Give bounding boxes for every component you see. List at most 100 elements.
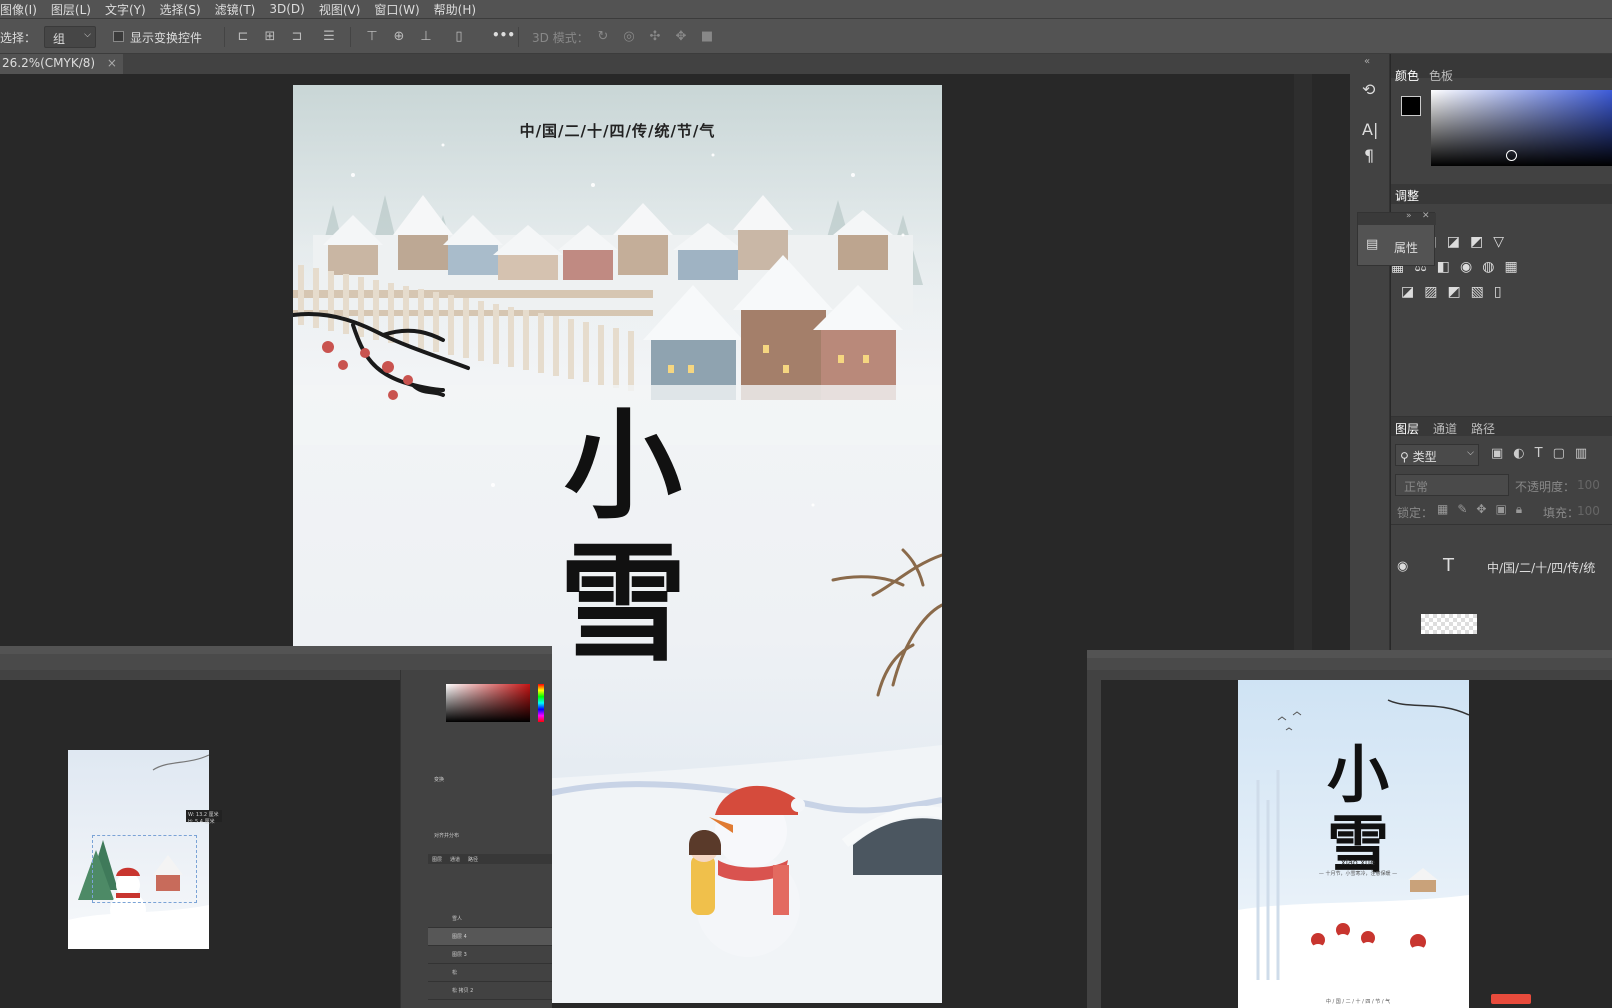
separator	[518, 27, 519, 47]
lock-icons[interactable]: ▦✎✥▣🔒︎	[1437, 502, 1531, 517]
sub-side-strip	[400, 670, 428, 1008]
select-label: 选择：	[0, 31, 37, 45]
properties-icon: ▤	[1366, 237, 1379, 252]
adjustment-icons-row-3[interactable]: ◪▨◩▧▯	[1401, 284, 1531, 300]
ime-toolbar[interactable]	[1491, 994, 1531, 1004]
sub-tab-layers: 图层	[432, 857, 443, 863]
poster-title-char-2: 雪	[558, 529, 687, 679]
sub-layer-row: 图层 3	[428, 946, 552, 964]
tab-layers[interactable]: 图层	[1395, 420, 1419, 437]
sub-tab-channels: 通道	[450, 857, 461, 863]
tab-adjustments[interactable]: 调整	[1395, 187, 1419, 204]
chevron-down-icon: ⌵	[84, 30, 91, 40]
3d-slide-icon[interactable]: ✥	[672, 28, 690, 46]
3d-mode-label: 3D 模式：	[532, 31, 589, 45]
3d-roll-icon[interactable]: ◎	[620, 28, 638, 46]
distribute-vertical-icon[interactable]: ▯	[450, 28, 468, 46]
foreground-color-swatch[interactable]	[1401, 96, 1421, 116]
tab-swatches[interactable]: 色板	[1429, 67, 1453, 84]
document-tab[interactable]: 26.2%(CMYK/8) ×	[0, 54, 123, 74]
menu-image[interactable]: 图像(I)	[0, 1, 37, 18]
history-icon[interactable]: ⟲	[1362, 80, 1375, 99]
mini-poster-right: 小雪 xiao xue — 十月节，小雪寒冷，注意保暖 — 中 / 国 / 二 …	[1238, 680, 1469, 1008]
opacity-value[interactable]: 100	[1577, 478, 1600, 492]
mini-poster	[68, 750, 209, 949]
paragraph-panel-icon[interactable]: ¶	[1364, 146, 1374, 165]
align-hcenter-icon[interactable]: ⊞	[261, 28, 279, 46]
layer-name: 中/国/二/十/四/传/统	[1487, 561, 1596, 575]
auto-select-dropdown[interactable]: 组 ⌵	[44, 26, 96, 48]
embedded-screenshot-left: W: 13.2 厘米 H: 5.4 厘米 变换 对齐并分布 图层 通道 路径 雪…	[0, 646, 552, 1008]
layer-filter-value: 类型	[1412, 450, 1437, 464]
sub-align-label: 对齐并分布	[434, 833, 460, 839]
sub-layer-row: 松 拷贝 2	[428, 982, 552, 1000]
sub-tab-paths: 路径	[468, 857, 479, 863]
sub-layer-name: 图层 3	[452, 952, 467, 958]
auto-select-value: 组	[53, 32, 66, 46]
options-bar: 选择： 组 ⌵ 显示变换控件 ⊏ ⊞ ⊐ ☰ ⊤ ⊕ ⊥ ▯ ••• 3D 模式…	[0, 18, 1612, 54]
layer-thumbnail-transparent[interactable]	[1421, 614, 1477, 634]
search-icon: ⚲	[1400, 450, 1409, 464]
close-icon[interactable]: ✕	[1422, 211, 1430, 221]
selection-transform-box[interactable]	[92, 835, 197, 903]
sub-color-field	[446, 684, 530, 722]
menu-window[interactable]: 窗口(W)	[374, 1, 419, 18]
tab-paths[interactable]: 路径	[1471, 420, 1495, 437]
adjustments-panel-tabs: 调整	[1391, 184, 1612, 204]
collapse-arrows-icon[interactable]: «	[1364, 56, 1370, 67]
align-right-icon[interactable]: ⊐	[288, 28, 306, 46]
3d-orbit-icon[interactable]: ↻	[594, 28, 612, 46]
properties-floating-panel[interactable]: » ✕ ▤ 属性	[1357, 211, 1436, 266]
layer-filter-dropdown[interactable]: ⚲ 类型 ⌵	[1395, 444, 1479, 466]
sub-menubar	[1087, 650, 1612, 658]
show-transform-label: 显示变换控件	[130, 31, 203, 45]
tab-close-icon[interactable]: ×	[107, 56, 117, 70]
align-vcenter-icon[interactable]: ⊕	[390, 28, 408, 46]
separator	[224, 27, 225, 47]
collapse-icon[interactable]: »	[1406, 211, 1412, 221]
layers-panel-tabs: 图层 通道 路径	[1391, 416, 1612, 436]
tab-channels[interactable]: 通道	[1433, 420, 1457, 437]
sub-tabbar	[1087, 670, 1612, 680]
3d-scale-icon[interactable]: ■	[698, 28, 716, 46]
sub-layer-row: 雪人	[428, 910, 552, 928]
sub-layer-name: 松	[452, 970, 458, 976]
chevron-down-icon: ⌵	[1467, 448, 1474, 458]
info-width: W: 13.2 厘米	[188, 812, 219, 818]
distribute-icon[interactable]: ☰	[320, 28, 338, 46]
embedded-screenshot-right: 小雪 xiao xue — 十月节，小雪寒冷，注意保暖 — 中 / 国 / 二 …	[1087, 650, 1612, 1008]
3d-pan-icon[interactable]: ✣	[646, 28, 664, 46]
menu-3d[interactable]: 3D(D)	[269, 2, 304, 16]
transform-info-tooltip: W: 13.2 厘米 H: 5.4 厘米	[186, 810, 222, 825]
show-transform-checkbox[interactable]	[113, 31, 124, 42]
menu-select[interactable]: 选择(S)	[160, 1, 201, 18]
sub-hue-bar	[538, 684, 544, 722]
text-layer-icon: T	[1443, 555, 1454, 576]
poster-subtitle: 中/国/二/十/四/传/统/节/气	[519, 122, 716, 140]
document-tab-title: 26.2%(CMYK/8)	[2, 56, 96, 70]
sub-menubar	[0, 646, 552, 654]
align-bottom-icon[interactable]: ⊥	[417, 28, 435, 46]
menu-layer[interactable]: 图层(L)	[51, 1, 91, 18]
layer-filter-icons[interactable]: ▣◐T▢▥	[1491, 446, 1597, 461]
document-tab-bar: 26.2%(CMYK/8) ×	[0, 54, 1350, 74]
sub-layer-list: 雪人 图层 4 图层 3 松 松 拷贝 2	[428, 910, 552, 1000]
menu-filter[interactable]: 滤镜(T)	[215, 1, 256, 18]
menu-type[interactable]: 文字(Y)	[105, 1, 146, 18]
floating-panel-header[interactable]: » ✕	[1358, 211, 1436, 225]
more-options-button[interactable]: •••	[492, 28, 515, 42]
blend-mode-dropdown[interactable]: 正常	[1395, 474, 1509, 496]
tab-color[interactable]: 颜色	[1395, 67, 1419, 84]
menu-bar: 图像(I) 图层(L) 文字(Y) 选择(S) 滤镜(T) 3D(D) 视图(V…	[0, 0, 1612, 18]
layer-row-text[interactable]: ◉ T 中/国/二/十/四/传/统	[1391, 524, 1612, 606]
visibility-eye-icon[interactable]: ◉	[1397, 559, 1408, 574]
menu-view[interactable]: 视图(V)	[319, 1, 361, 18]
sub-layer-name: 松 拷贝 2	[452, 988, 474, 994]
align-top-icon[interactable]: ⊤	[363, 28, 381, 46]
menu-help[interactable]: 帮助(H)	[434, 1, 476, 18]
character-panel-icon[interactable]: A|	[1362, 120, 1378, 139]
fill-value[interactable]: 100	[1577, 504, 1600, 518]
color-picker-cursor[interactable]	[1506, 150, 1517, 161]
color-picker-field[interactable]	[1431, 90, 1612, 166]
align-left-icon[interactable]: ⊏	[234, 28, 252, 46]
